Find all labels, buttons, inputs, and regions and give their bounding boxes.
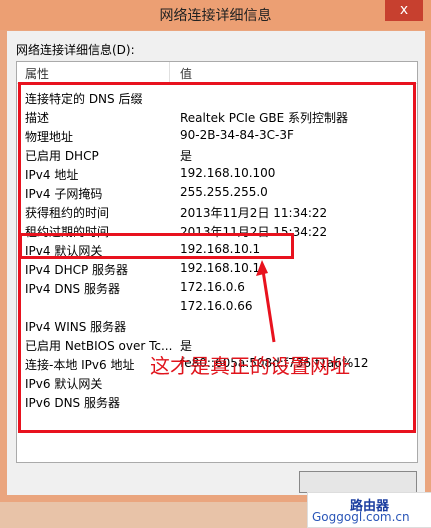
dialog-window: 网络连接详细信息 x 网络连接详细信息(D): 属性 值 连接特定的 DNS 后… xyxy=(0,0,431,528)
title-bar[interactable]: 网络连接详细信息 x xyxy=(0,0,431,30)
watermark-line2: Goggogl.com.cn xyxy=(312,510,410,524)
column-header-property[interactable]: 属性 xyxy=(25,65,49,82)
close-icon: x xyxy=(399,2,409,18)
details-label: 网络连接详细信息(D): xyxy=(16,43,135,57)
close-button[interactable]: x xyxy=(385,0,423,21)
annotation-text: 这才是真正的设置网址 xyxy=(150,354,350,378)
column-divider[interactable] xyxy=(169,62,170,83)
list-header: 属性 值 xyxy=(17,62,417,84)
close-dialog-button[interactable] xyxy=(299,471,417,493)
watermark: 路由器 Goggogl.com.cn xyxy=(307,492,431,528)
highlight-box-gateway xyxy=(19,233,294,259)
window-title: 网络连接详细信息 xyxy=(159,8,272,24)
column-header-value[interactable]: 值 xyxy=(180,65,192,82)
